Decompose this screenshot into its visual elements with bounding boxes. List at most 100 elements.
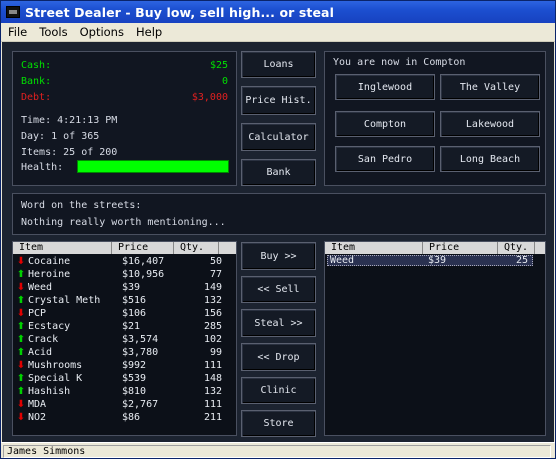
market-item-qty: 111 (203, 399, 222, 410)
menu-help[interactable]: Help (130, 25, 168, 39)
cash-value: $25 (209, 60, 228, 71)
market-item-price: $516 (122, 295, 147, 306)
market-item-name: NO2 (28, 412, 47, 423)
market-item-price: $539 (122, 373, 147, 384)
price-down-icon: ⬇ (16, 412, 26, 423)
inventory-item-price: $39 (428, 255, 447, 266)
store-button[interactable]: Store (241, 410, 316, 437)
market-row[interactable]: ⬇ NO2 $86 211 (13, 411, 236, 424)
clinic-button[interactable]: Clinic (241, 377, 316, 404)
market-item-price: $2,767 (122, 399, 159, 410)
window-title: Street Dealer - Buy low, sell high... or… (25, 4, 334, 20)
loans-button[interactable]: Loans (241, 51, 316, 78)
time-text: Time: 4:21:13 PM (21, 115, 118, 126)
location-long-beach-button[interactable]: Long Beach (440, 146, 540, 172)
title-bar[interactable]: Street Dealer - Buy low, sell high... or… (1, 1, 555, 23)
location-lakewood-button[interactable]: Lakewood (440, 111, 540, 137)
market-item-qty: 132 (203, 295, 222, 306)
market-row[interactable]: ⬆ Hashish $810 132 (13, 385, 236, 398)
menu-bar: File Tools Options Help (1, 23, 555, 42)
game-area: Cash: $25 Bank: 0 Debt: $3,000 Time: 4:2… (2, 42, 554, 442)
app-icon (6, 6, 20, 18)
market-row[interactable]: ⬆ Acid $3,780 99 (13, 346, 236, 359)
market-item-qty: 211 (203, 412, 222, 423)
drop-button[interactable]: << Drop (241, 343, 316, 371)
market-item-name: PCP (28, 308, 47, 319)
market-item-price: $3,574 (122, 334, 159, 345)
location-the-valley-button[interactable]: The Valley (440, 74, 540, 100)
inventory-header-qty[interactable]: Qty. (498, 242, 535, 254)
market-row[interactable]: ⬆ Special K $539 148 (13, 372, 236, 385)
menu-tools[interactable]: Tools (33, 25, 73, 39)
debt-value: $3,000 (191, 92, 228, 103)
market-item-name: Crack (28, 334, 59, 345)
price-history-button[interactable]: Price Hist. (241, 86, 316, 115)
market-row[interactable]: ⬆ Crack $3,574 102 (13, 333, 236, 346)
sell-button[interactable]: << Sell (241, 276, 316, 303)
market-row[interactable]: ⬆ Heroine $10,956 77 (13, 268, 236, 281)
cash-label: Cash: (21, 60, 52, 71)
market-row[interactable]: ⬇ Cocaine $16,407 50 (13, 255, 236, 268)
inventory-header-price[interactable]: Price (423, 242, 498, 254)
items-text: Items: 25 of 200 (21, 147, 118, 158)
calculator-button[interactable]: Calculator (241, 123, 316, 151)
market-item-qty: 102 (203, 334, 222, 345)
market-item-qty: 285 (203, 321, 222, 332)
bank-value: 0 (221, 76, 228, 87)
market-row[interactable]: ⬇ PCP $106 156 (13, 307, 236, 320)
price-up-icon: ⬆ (16, 269, 26, 280)
app-window: Street Dealer - Buy low, sell high... or… (0, 0, 556, 459)
menu-file[interactable]: File (1, 25, 33, 39)
market-item-qty: 99 (209, 347, 222, 358)
market-item-price: $3,780 (122, 347, 159, 358)
market-item-qty: 77 (209, 269, 222, 280)
location-compton-button[interactable]: Compton (335, 111, 435, 137)
steal-button[interactable]: Steal >> (241, 309, 316, 337)
inventory-table-header: Item Price Qty. (325, 242, 545, 254)
price-down-icon: ⬇ (16, 282, 26, 293)
price-down-icon: ⬇ (16, 256, 26, 267)
market-header-qty[interactable]: Qty. (174, 242, 219, 254)
location-inglewood-button[interactable]: Inglewood (335, 74, 435, 100)
market-header-item[interactable]: Item (13, 242, 112, 254)
debt-label: Debt: (21, 92, 52, 103)
price-up-icon: ⬆ (16, 347, 26, 358)
market-item-price: $10,956 (122, 269, 165, 280)
price-up-icon: ⬆ (16, 321, 26, 332)
inventory-header-item[interactable]: Item (325, 242, 423, 254)
market-item-price: $810 (122, 386, 147, 397)
inventory-table[interactable]: Item Price Qty. Weed $39 25 (324, 241, 546, 436)
bank-row: Bank: 0 (21, 76, 228, 90)
market-item-price: $992 (122, 360, 147, 371)
market-item-price: $86 (122, 412, 141, 423)
price-up-icon: ⬆ (16, 334, 26, 345)
market-row[interactable]: ⬆ Crystal Meth $516 132 (13, 294, 236, 307)
bank-button[interactable]: Bank (241, 159, 316, 186)
player-name: James Simmons (3, 445, 551, 458)
price-up-icon: ⬆ (16, 386, 26, 397)
market-row[interactable]: ⬇ Weed $39 149 (13, 281, 236, 294)
market-row[interactable]: ⬇ Mushrooms $992 111 (13, 359, 236, 372)
market-item-name: MDA (28, 399, 47, 410)
current-location-text: You are now in Compton (333, 57, 466, 68)
market-header-price[interactable]: Price (112, 242, 174, 254)
market-item-price: $21 (122, 321, 141, 332)
market-table[interactable]: Item Price Qty. ⬇ Cocaine $16,407 50 ⬆ Heroin… (12, 241, 237, 436)
market-item-name: Special K (28, 373, 83, 384)
news-heading: Word on the streets: (21, 200, 142, 211)
menu-options[interactable]: Options (74, 25, 130, 39)
buy-button[interactable]: Buy >> (241, 242, 316, 270)
market-item-qty: 50 (209, 256, 222, 267)
inventory-row[interactable]: Weed $39 25 (327, 255, 533, 266)
market-item-qty: 149 (203, 282, 222, 293)
market-item-price: $106 (122, 308, 147, 319)
cash-row: Cash: $25 (21, 60, 228, 74)
location-san-pedro-button[interactable]: San Pedro (335, 146, 435, 172)
market-row[interactable]: ⬆ Ecstacy $21 285 (13, 320, 236, 333)
news-message: Nothing really worth mentioning... (21, 217, 226, 228)
market-item-name: Cocaine (28, 256, 71, 267)
debt-row: Debt: $3,000 (21, 92, 228, 106)
price-up-icon: ⬆ (16, 295, 26, 306)
market-table-header: Item Price Qty. (13, 242, 236, 254)
market-row[interactable]: ⬇ MDA $2,767 111 (13, 398, 236, 411)
